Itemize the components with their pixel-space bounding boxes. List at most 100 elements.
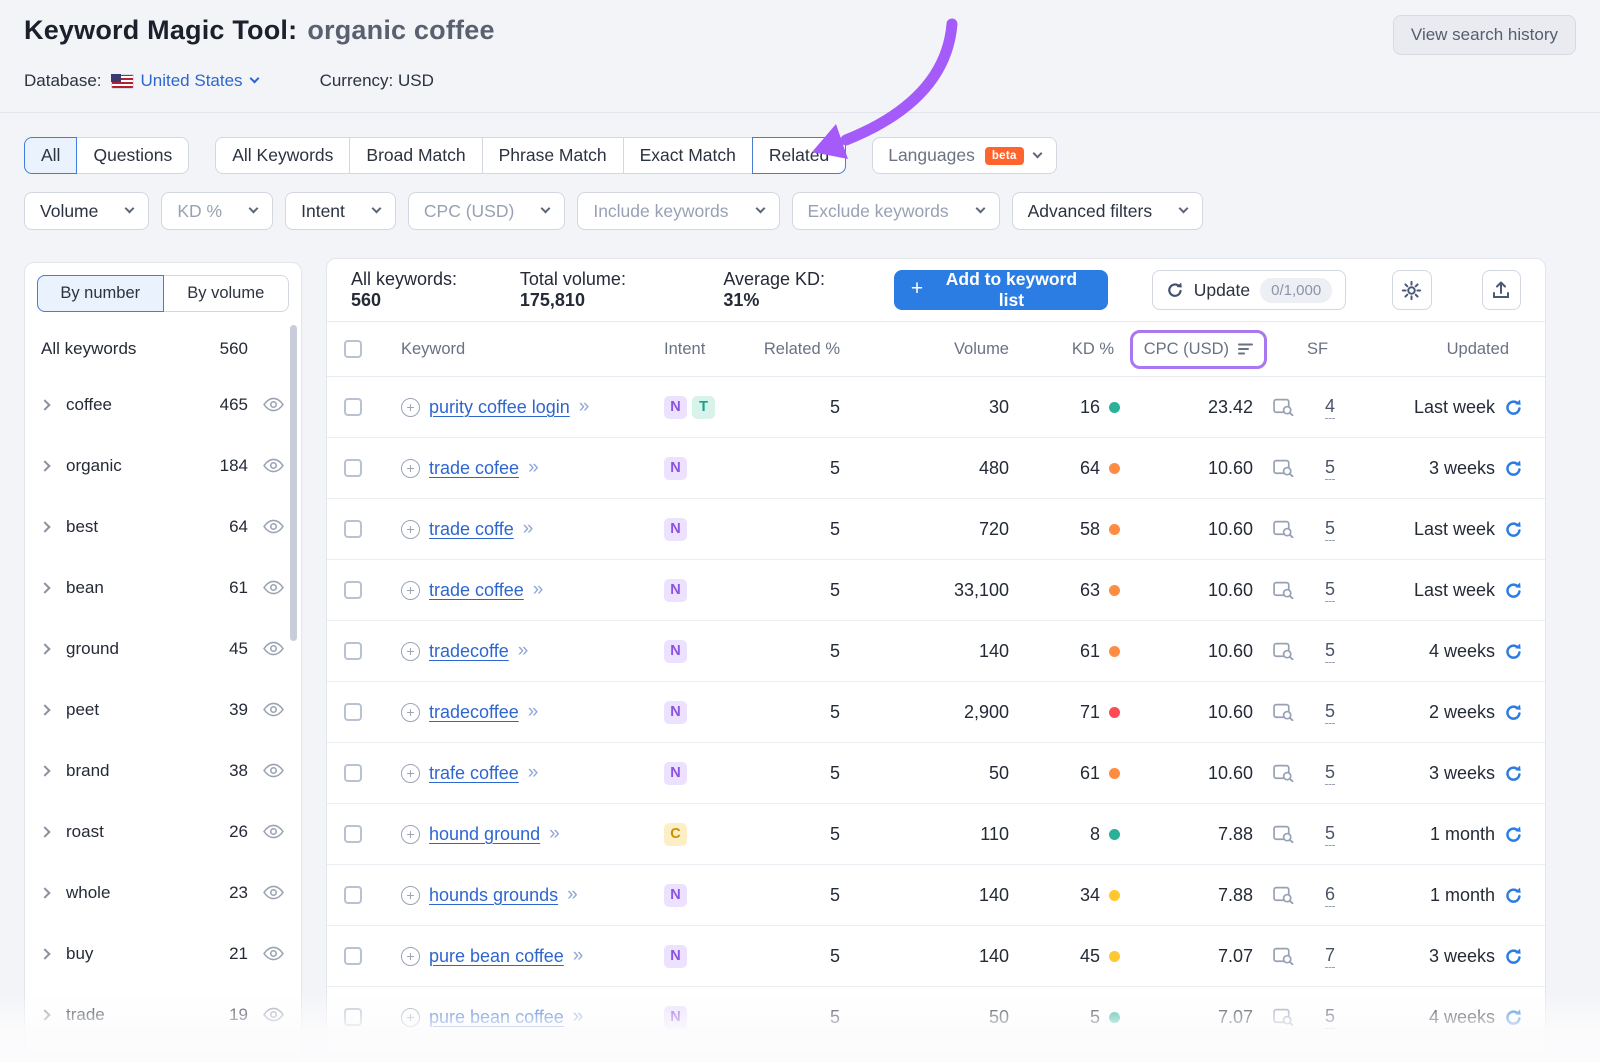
serp-features-icon[interactable] xyxy=(1273,520,1294,538)
refresh-icon[interactable] xyxy=(1504,581,1523,600)
sidebar-item-best[interactable]: best 64 xyxy=(25,496,301,557)
keyword-link[interactable]: trade coffe xyxy=(429,519,514,540)
sidebar-item-organic[interactable]: organic 184 xyxy=(25,435,301,496)
refresh-icon[interactable] xyxy=(1504,520,1523,539)
eye-icon[interactable] xyxy=(263,519,285,534)
row-checkbox[interactable] xyxy=(344,825,362,843)
sf-link[interactable]: 4 xyxy=(1325,396,1335,419)
sf-link[interactable]: 5 xyxy=(1325,640,1335,663)
export-button[interactable] xyxy=(1482,270,1521,310)
expand-keyword-icon[interactable]: » xyxy=(533,579,544,601)
row-checkbox[interactable] xyxy=(344,1008,362,1026)
keyword-link[interactable]: trade coffee xyxy=(429,580,524,601)
sidebar-scrollbar[interactable] xyxy=(290,325,297,641)
add-keyword-icon[interactable]: + xyxy=(401,886,420,905)
sf-link[interactable]: 7 xyxy=(1325,945,1335,968)
keyword-link[interactable]: trafe coffee xyxy=(429,763,519,784)
add-keyword-icon[interactable]: + xyxy=(401,764,420,783)
expand-keyword-icon[interactable]: » xyxy=(573,1006,584,1028)
filter-volume[interactable]: Volume xyxy=(24,192,149,230)
column-kd[interactable]: KD % xyxy=(1024,340,1124,359)
keyword-link[interactable]: trade cofee xyxy=(429,458,519,479)
refresh-icon[interactable] xyxy=(1504,703,1523,722)
add-keyword-icon[interactable]: + xyxy=(401,947,420,966)
sf-link[interactable]: 5 xyxy=(1325,701,1335,724)
add-keyword-icon[interactable]: + xyxy=(401,459,420,478)
cpc-column-highlight-annotation[interactable]: CPC (USD) xyxy=(1130,330,1267,369)
sidebar-item-bean[interactable]: bean 61 xyxy=(25,557,301,618)
languages-dropdown[interactable]: Languages beta xyxy=(872,137,1056,174)
tab-exact-match[interactable]: Exact Match xyxy=(623,137,753,174)
add-keyword-icon[interactable]: + xyxy=(401,581,420,600)
serp-features-icon[interactable] xyxy=(1273,886,1294,904)
eye-icon[interactable] xyxy=(263,580,285,595)
refresh-icon[interactable] xyxy=(1504,764,1523,783)
sidebar-item-whole[interactable]: whole 23 xyxy=(25,862,301,923)
filter-exclude-keywords[interactable]: Exclude keywords xyxy=(792,192,1000,230)
eye-icon[interactable] xyxy=(263,824,285,839)
sidebar-item-trade[interactable]: trade 19 xyxy=(25,984,301,1045)
filter-include-keywords[interactable]: Include keywords xyxy=(577,192,779,230)
add-keyword-icon[interactable]: + xyxy=(401,1008,420,1027)
sf-link[interactable]: 5 xyxy=(1325,518,1335,541)
column-updated[interactable]: Updated xyxy=(1353,340,1545,359)
keyword-link[interactable]: pure bean coffee xyxy=(429,946,564,967)
by-number-toggle[interactable]: By number xyxy=(37,275,164,312)
add-keyword-icon[interactable]: + xyxy=(401,520,420,539)
row-checkbox[interactable] xyxy=(344,459,362,477)
keyword-link[interactable]: tradecoffee xyxy=(429,702,519,723)
serp-features-icon[interactable] xyxy=(1273,642,1294,660)
keyword-link[interactable]: hound ground xyxy=(429,824,540,845)
eye-icon[interactable] xyxy=(263,763,285,778)
update-button[interactable]: Update 0/1,000 xyxy=(1152,270,1346,310)
expand-keyword-icon[interactable]: » xyxy=(528,457,539,479)
eye-icon[interactable] xyxy=(263,946,285,961)
serp-features-icon[interactable] xyxy=(1273,581,1294,599)
expand-keyword-icon[interactable]: » xyxy=(579,396,590,418)
row-checkbox[interactable] xyxy=(344,703,362,721)
refresh-icon[interactable] xyxy=(1504,459,1523,478)
refresh-icon[interactable] xyxy=(1504,642,1523,661)
sf-link[interactable]: 5 xyxy=(1325,762,1335,785)
add-keyword-icon[interactable]: + xyxy=(401,642,420,661)
expand-keyword-icon[interactable]: » xyxy=(528,762,539,784)
eye-icon[interactable] xyxy=(263,458,285,473)
eye-icon[interactable] xyxy=(263,397,285,412)
sf-link[interactable]: 6 xyxy=(1325,884,1335,907)
serp-features-icon[interactable] xyxy=(1273,947,1294,965)
table-settings-button[interactable] xyxy=(1392,270,1431,310)
sidebar-item-buy[interactable]: buy 21 xyxy=(25,923,301,984)
serp-features-icon[interactable] xyxy=(1273,398,1294,416)
eye-icon[interactable] xyxy=(263,1007,285,1022)
sidebar-item-brand[interactable]: brand 38 xyxy=(25,740,301,801)
refresh-icon[interactable] xyxy=(1504,886,1523,905)
column-intent[interactable]: Intent xyxy=(664,340,759,359)
column-sf[interactable]: SF xyxy=(1307,340,1353,359)
expand-keyword-icon[interactable]: » xyxy=(567,884,578,906)
expand-keyword-icon[interactable]: » xyxy=(518,640,529,662)
expand-keyword-icon[interactable]: » xyxy=(549,823,560,845)
add-keyword-icon[interactable]: + xyxy=(401,398,420,417)
row-checkbox[interactable] xyxy=(344,581,362,599)
keyword-link[interactable]: pure bean coffee xyxy=(429,1007,564,1028)
filter-kd-[interactable]: KD % xyxy=(161,192,273,230)
filter-cpc-usd-[interactable]: CPC (USD) xyxy=(408,192,565,230)
sf-link[interactable]: 5 xyxy=(1325,457,1335,480)
sf-link[interactable]: 5 xyxy=(1325,823,1335,846)
keyword-link[interactable]: tradecoffe xyxy=(429,641,509,662)
row-checkbox[interactable] xyxy=(344,886,362,904)
select-all-checkbox[interactable] xyxy=(344,340,362,358)
by-volume-toggle[interactable]: By volume xyxy=(163,275,290,312)
sf-link[interactable]: 5 xyxy=(1325,579,1335,602)
tab-questions[interactable]: Questions xyxy=(76,137,189,174)
column-related[interactable]: Related % xyxy=(759,340,854,359)
keyword-link[interactable]: hounds grounds xyxy=(429,885,558,906)
row-checkbox[interactable] xyxy=(344,520,362,538)
sidebar-item-all-keywords[interactable]: All keywords 560 xyxy=(25,324,301,374)
eye-icon[interactable] xyxy=(263,641,285,656)
serp-features-icon[interactable] xyxy=(1273,459,1294,477)
view-search-history-button[interactable]: View search history xyxy=(1393,15,1576,55)
serp-features-icon[interactable] xyxy=(1273,764,1294,782)
add-keyword-icon[interactable]: + xyxy=(401,825,420,844)
eye-icon[interactable] xyxy=(263,702,285,717)
